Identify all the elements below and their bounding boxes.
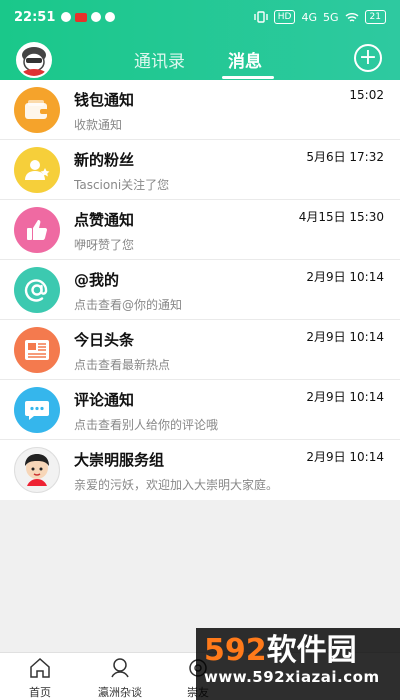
item-title: @我的 — [74, 271, 120, 289]
item-time: 2月9日 10:14 — [306, 330, 384, 344]
comment-icon — [14, 387, 60, 433]
wallet-icon — [14, 87, 60, 133]
item-subtitle: 点击查看@你的通知 — [74, 298, 183, 312]
item-time: 2月9日 10:14 — [306, 270, 384, 284]
service-avatar-icon — [14, 447, 60, 493]
video-notification-icon — [75, 12, 88, 22]
user-avatar[interactable] — [16, 42, 52, 78]
top-nav: 通讯录 消息 + — [0, 40, 400, 80]
avatar-icon — [22, 47, 46, 76]
list-item[interactable]: 点赞通知 咿呀赞了您 4月15日 15:30 — [0, 200, 400, 260]
item-subtitle: 亲爱的污妖，欢迎加入大崇明大家庭。 — [74, 478, 279, 492]
watermark-brand: 592软件园 — [204, 634, 392, 668]
tab-messages[interactable]: 消息 — [228, 47, 262, 72]
home-icon — [30, 657, 50, 678]
list-item[interactable]: 今日头条 点击查看最新热点 2月9日 10:14 — [0, 320, 400, 380]
watermark-overlay: 592软件园 www.592xiazai.com — [196, 628, 400, 700]
chat-notification-icon — [105, 12, 116, 22]
item-time: 4月15日 15:30 — [298, 210, 384, 224]
item-title: 评论通知 — [74, 391, 135, 409]
hd-badge: HD — [273, 10, 296, 24]
item-subtitle: Tascioni关注了您 — [74, 178, 170, 192]
message-list: 钱包通知 收款通知 15:02 新的粉丝 Tascioni关注了您 5月6日 1… — [0, 80, 400, 500]
nav-yingzhou[interactable]: 瀛洲杂谈 — [90, 657, 150, 700]
at-icon — [14, 267, 60, 313]
list-item[interactable]: 大崇明服务组 亲爱的污妖，欢迎加入大崇明大家庭。 2月9日 10:14 — [0, 440, 400, 500]
battery-indicator: 21 — [364, 10, 386, 24]
item-title: 钱包通知 — [74, 91, 135, 109]
vibrate-icon — [254, 11, 268, 23]
watermark-brand-number: 592 — [204, 633, 267, 668]
plus-icon: + — [358, 45, 378, 70]
network-5g-label: 5G — [323, 10, 339, 24]
watermark-url: www.592xiazai.com — [204, 668, 380, 686]
wifi-icon — [345, 12, 359, 22]
item-subtitle: 点击查看别人给你的评论哦 — [74, 418, 219, 432]
item-time: 15:02 — [349, 88, 384, 102]
thumbs-up-icon — [14, 207, 60, 253]
tab-contacts[interactable]: 通讯录 — [134, 47, 185, 72]
list-item[interactable]: 新的粉丝 Tascioni关注了您 5月6日 17:32 — [0, 140, 400, 200]
status-bar: 22:51 HD 4G 5G 21 — [0, 0, 400, 34]
add-button[interactable]: + — [354, 44, 382, 72]
item-time: 2月9日 10:14 — [306, 390, 384, 404]
item-title: 大崇明服务组 — [74, 451, 165, 469]
tab-indicator — [222, 76, 274, 79]
item-time: 2月9日 10:14 — [306, 450, 384, 464]
nav-home-label: 首页 — [29, 686, 51, 699]
item-title: 点赞通知 — [74, 211, 135, 229]
network-4g-label: 4G — [301, 10, 318, 24]
status-time: 22:51 — [14, 9, 56, 25]
fans-icon — [14, 147, 60, 193]
item-title: 新的粉丝 — [74, 151, 135, 169]
item-subtitle: 收款通知 — [74, 118, 123, 132]
item-subtitle: 咿呀赞了您 — [74, 238, 135, 252]
list-item[interactable]: 钱包通知 收款通知 15:02 — [0, 80, 400, 140]
list-item[interactable]: @我的 点击查看@你的通知 2月9日 10:14 — [0, 260, 400, 320]
news-icon — [14, 327, 60, 373]
item-title: 今日头条 — [74, 331, 135, 349]
app-notification-icon — [61, 12, 72, 22]
nav-yingzhou-label: 瀛洲杂谈 — [98, 686, 142, 699]
wechat-notification-icon — [91, 12, 102, 22]
list-item[interactable]: 评论通知 点击查看别人给你的评论哦 2月9日 10:14 — [0, 380, 400, 440]
watermark-brand-text: 软件园 — [266, 633, 357, 668]
app-header: 22:51 HD 4G 5G 21 通讯录 消息 + — [0, 0, 400, 80]
nav-home[interactable]: 首页 — [10, 657, 70, 700]
item-time: 5月6日 17:32 — [306, 150, 384, 164]
discussion-icon — [111, 658, 129, 678]
status-right: HD 4G 5G 21 — [254, 10, 386, 24]
item-subtitle: 点击查看最新热点 — [74, 358, 171, 372]
